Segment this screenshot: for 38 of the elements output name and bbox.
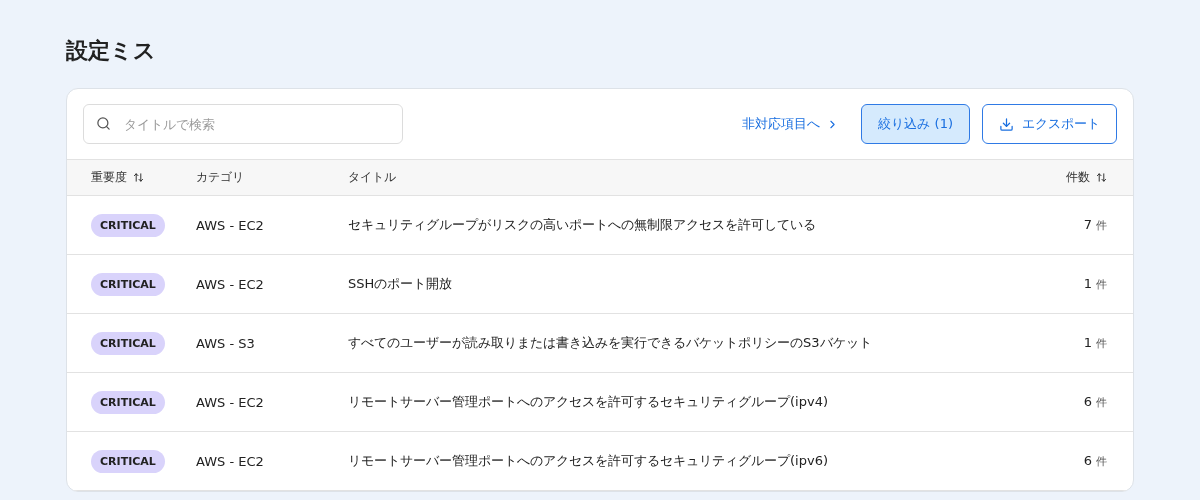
column-header: タイトル — [348, 169, 396, 186]
title-text: セキュリティグループがリスクの高いポートへの無制限アクセスを許可している — [348, 216, 817, 234]
sort-icon[interactable] — [133, 172, 144, 183]
search-icon — [96, 116, 111, 131]
download-icon — [999, 116, 1014, 132]
unit-text: 件 — [1096, 454, 1107, 469]
category-text: AWS - EC2 — [196, 453, 265, 469]
title-text: リモートサーバー管理ポートへのアクセスを許可するセキュリティグループ(ipv4) — [348, 393, 829, 411]
category-text: AWS - EC2 — [196, 276, 265, 292]
column-header: 重要度 — [91, 169, 127, 186]
page-title: 設定ミス — [66, 37, 156, 65]
title-text: リモートサーバー管理ポートへのアクセスを許可するセキュリティグループ(ipv6) — [348, 452, 829, 470]
count-text: 6 — [1083, 394, 1092, 409]
count-text: 7 — [1083, 217, 1092, 232]
severity-badge: CRITICAL — [91, 272, 165, 296]
sort-icon[interactable] — [1096, 172, 1107, 183]
search-field[interactable]: タイトルで検索 — [83, 104, 403, 144]
unit-text: 件 — [1096, 218, 1107, 233]
count-text: 1 — [1083, 276, 1092, 291]
severity-badge: CRITICAL — [91, 449, 165, 473]
column-header: カテゴリ — [196, 169, 244, 186]
title-text: SSHのポート開放 — [348, 275, 454, 293]
severity-badge: CRITICAL — [91, 213, 165, 237]
unsupported-items-link[interactable]: 非対応項目へ — [742, 115, 840, 133]
title-text: すべてのユーザーが読み取りまたは書き込みを実行できるバケットポリシーのS3バケット — [348, 334, 873, 352]
column-header: 件数 — [1066, 169, 1090, 186]
count-text: 6 — [1083, 453, 1092, 468]
count-text: 1 — [1083, 335, 1092, 350]
category-text: AWS - EC2 — [196, 217, 265, 233]
filter-button[interactable]: 絞り込み (1) — [861, 104, 970, 144]
unit-text: 件 — [1096, 336, 1107, 351]
category-text: AWS - S3 — [196, 335, 256, 351]
unit-text: 件 — [1096, 395, 1107, 410]
export-button[interactable]: エクスポート — [982, 104, 1117, 144]
severity-badge: CRITICAL — [91, 390, 165, 414]
category-text: AWS - EC2 — [196, 394, 265, 410]
severity-badge: CRITICAL — [91, 331, 165, 355]
unit-text: 件 — [1096, 277, 1107, 292]
